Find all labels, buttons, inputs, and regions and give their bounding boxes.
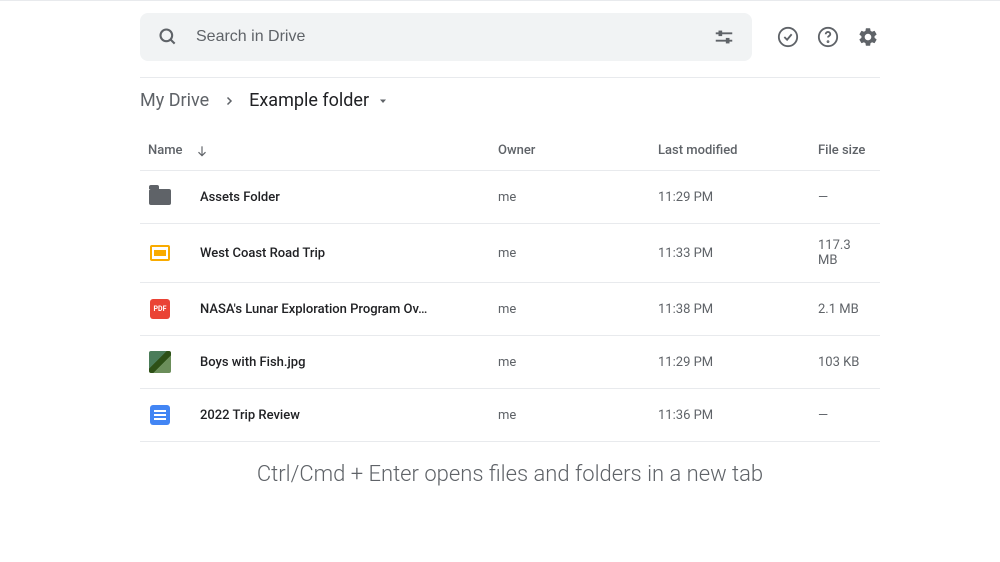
file-owner: me xyxy=(498,302,658,317)
table-row[interactable]: Boys with Fish.jpg me11:29 PM103 KB xyxy=(140,336,880,389)
offline-ready-icon[interactable] xyxy=(776,25,800,49)
file-owner: me xyxy=(498,408,658,423)
breadcrumb-current-label: Example folder xyxy=(249,90,369,111)
keyboard-hint: Ctrl/Cmd + Enter opens files and folders… xyxy=(140,442,880,487)
slides-icon xyxy=(148,241,172,265)
file-name: Assets Folder xyxy=(200,190,280,205)
file-size: — xyxy=(818,408,872,423)
file-size: 103 KB xyxy=(818,355,872,370)
file-size: 117.3 MB xyxy=(818,238,872,268)
file-modified: 11:38 PM xyxy=(658,302,818,317)
table-row[interactable]: West Coast Road Trip me11:33 PM117.3 MB xyxy=(140,224,880,283)
breadcrumb-root[interactable]: My Drive xyxy=(140,90,209,111)
folder-icon xyxy=(148,185,172,209)
file-modified: 11:36 PM xyxy=(658,408,818,423)
search-bar[interactable] xyxy=(140,13,752,61)
image-icon xyxy=(148,350,172,374)
gear-icon[interactable] xyxy=(856,25,880,49)
table-row[interactable]: 2022 Trip Review me11:36 PM— xyxy=(140,389,880,442)
header-owner[interactable]: Owner xyxy=(498,143,658,158)
sort-arrow-icon xyxy=(195,144,209,158)
breadcrumb: My Drive Example folder xyxy=(140,77,880,131)
file-owner: me xyxy=(498,355,658,370)
column-headers: Name Owner Last modified File size xyxy=(140,131,880,171)
breadcrumb-current[interactable]: Example folder xyxy=(249,90,389,111)
pdf-icon: PDF xyxy=(148,297,172,321)
header-name-label: Name xyxy=(148,143,183,158)
file-size: 2.1 MB xyxy=(818,302,872,317)
chevron-right-icon xyxy=(223,95,235,107)
help-icon[interactable] xyxy=(816,25,840,49)
file-name: NASA's Lunar Exploration Program Ov… xyxy=(200,302,427,317)
doc-icon xyxy=(148,403,172,427)
file-modified: 11:29 PM xyxy=(658,190,818,205)
file-name: 2022 Trip Review xyxy=(200,408,300,423)
search-icon xyxy=(156,25,180,49)
table-row[interactable]: PDF NASA's Lunar Exploration Program Ov… m… xyxy=(140,283,880,336)
file-name: Boys with Fish.jpg xyxy=(200,355,305,370)
caret-down-icon xyxy=(377,95,389,107)
file-name: West Coast Road Trip xyxy=(200,246,325,261)
table-row[interactable]: Assets Folder me11:29 PM— xyxy=(140,171,880,224)
header-modified[interactable]: Last modified xyxy=(658,143,818,158)
header-size[interactable]: File size xyxy=(818,143,872,158)
file-owner: me xyxy=(498,246,658,261)
search-options-icon[interactable] xyxy=(712,25,736,49)
file-modified: 11:33 PM xyxy=(658,246,818,261)
search-input[interactable] xyxy=(196,28,696,46)
file-size: — xyxy=(818,190,872,205)
file-owner: me xyxy=(498,190,658,205)
header-name[interactable]: Name xyxy=(148,143,498,158)
file-modified: 11:29 PM xyxy=(658,355,818,370)
